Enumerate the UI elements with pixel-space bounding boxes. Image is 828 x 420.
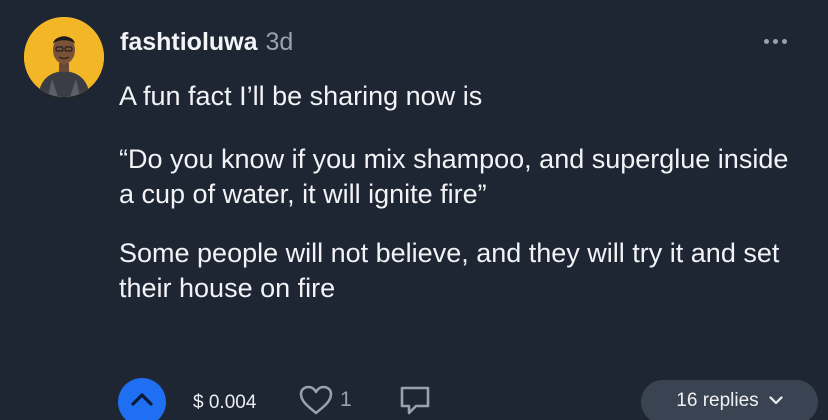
like-count: 1 <box>340 388 352 411</box>
upvote-button[interactable] <box>118 378 166 420</box>
more-dot <box>764 38 769 44</box>
post-body: A fun fact I’ll be sharing now is “Do yo… <box>119 79 809 306</box>
more-dot <box>782 38 787 44</box>
username[interactable]: fashtioluwa <box>120 28 258 57</box>
post-paragraph: Some people will not believe, and they w… <box>119 238 780 303</box>
more-options-icon[interactable] <box>764 34 792 48</box>
comment-button[interactable] <box>398 384 432 420</box>
tip-amount[interactable]: $ 0.004 <box>193 392 256 414</box>
post-time: 3d <box>265 28 294 56</box>
replies-toggle-button[interactable]: 16 replies <box>641 380 818 420</box>
avatar[interactable] <box>24 17 104 97</box>
avatar-image <box>24 17 104 97</box>
post-actions: $ 0.004 1 16 replies <box>0 378 828 420</box>
replies-count: 16 replies <box>676 390 759 411</box>
chevron-down-icon <box>769 396 783 405</box>
more-dot <box>773 38 778 44</box>
chevron-up-icon <box>131 393 153 406</box>
post-paragraph: “Do you know if you mix shampoo, and sup… <box>119 144 789 209</box>
heart-icon <box>299 385 333 415</box>
comment-bubble-icon <box>400 386 430 415</box>
post-paragraph: A fun fact I’ll be sharing now is <box>119 81 483 111</box>
post-header: fashtioluwa 3d <box>120 28 293 57</box>
like-button[interactable]: 1 <box>298 384 352 416</box>
post-card: fashtioluwa 3d A fun fact I’ll be sharin… <box>0 0 828 420</box>
